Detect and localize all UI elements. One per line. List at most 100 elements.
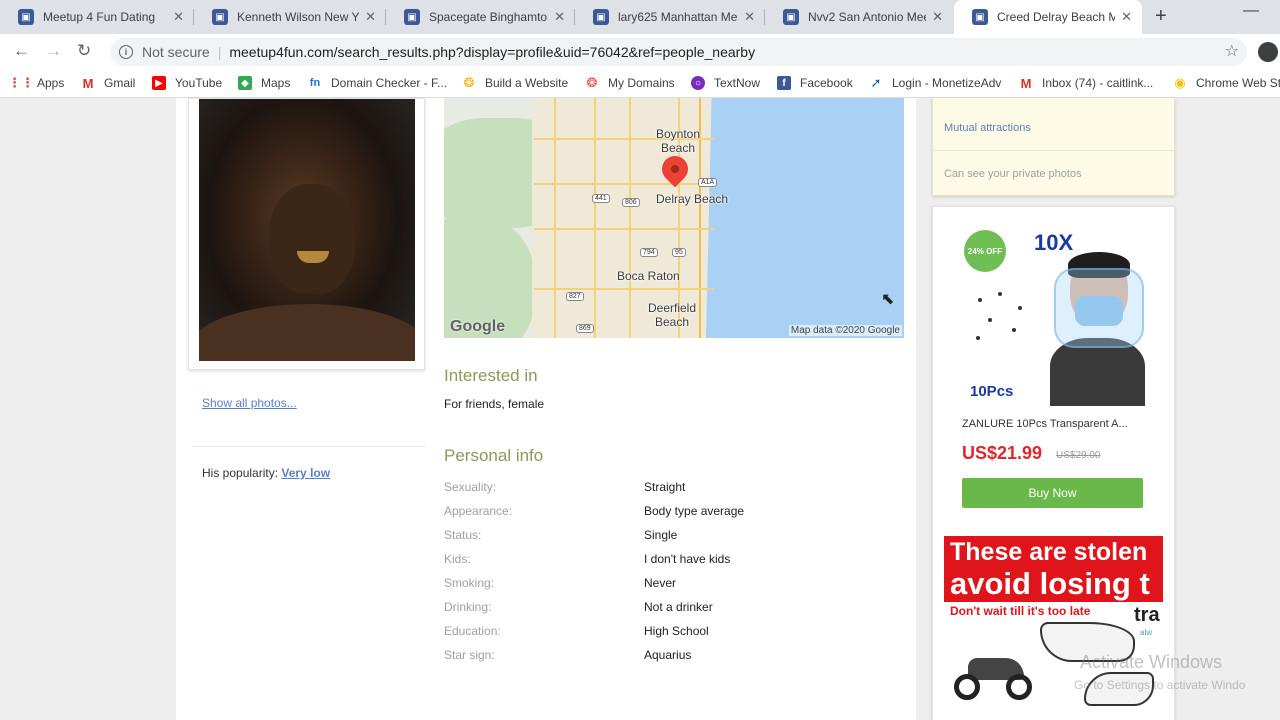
bookmark-apps[interactable]: ⋮⋮ Apps: [8, 75, 64, 90]
tab-kenneth-wilson[interactable]: ▣ Kenneth Wilson New Y ✕: [194, 0, 386, 34]
bookmark-label: Facebook: [800, 76, 853, 90]
map-label-boynton-beach: Boynton Beach: [656, 127, 701, 155]
info-value: Not a drinker: [644, 600, 713, 614]
highway-shield: 806: [622, 198, 640, 207]
tab-nvv2[interactable]: ▣ Nvv2 San Antonio Mee ✕: [765, 0, 953, 34]
reload-icon[interactable]: ↻: [77, 41, 91, 61]
info-key: Drinking:: [444, 600, 492, 614]
banner-brand-sub: alw: [1140, 628, 1153, 637]
close-tab-icon[interactable]: ✕: [926, 9, 943, 25]
tab-creed-delray-beach[interactable]: ▣ Creed Delray Beach Me ✕: [954, 0, 1142, 34]
back-arrow-icon[interactable]: ←: [13, 41, 30, 61]
close-tab-icon[interactable]: ✕: [548, 9, 565, 25]
address-bar[interactable]: i Not secure | meetup4fun.com/search_res…: [110, 38, 1247, 66]
info-value: Single: [644, 528, 678, 542]
interaction-options-card: Mutual attractions Can see your private …: [932, 98, 1175, 196]
ad-product-image[interactable]: 24% OFF 10X 10Pcs: [962, 228, 1145, 406]
bookmark-youtube[interactable]: ▶ YouTube: [152, 76, 222, 90]
bookmark-gmail[interactable]: M Gmail: [81, 75, 136, 91]
map-ocean: [714, 98, 904, 338]
domains-icon: ❂: [586, 75, 598, 90]
profile-photo-card: [188, 98, 425, 370]
close-tab-icon[interactable]: ✕: [1115, 9, 1132, 25]
private-photos-permission[interactable]: Can see your private photos: [944, 168, 1082, 180]
profile-avatar[interactable]: [1258, 42, 1278, 62]
discount-badge: 24% OFF: [964, 230, 1006, 272]
bookmark-label: Gmail: [104, 76, 136, 90]
tab-title: Kenneth Wilson New Y: [237, 10, 360, 24]
map-road: [594, 98, 596, 338]
info-icon[interactable]: i: [119, 45, 133, 59]
bookmark-label: TextNow: [714, 76, 761, 90]
mutual-attractions-link[interactable]: Mutual attractions: [944, 122, 1031, 134]
info-row-status: Status: Single: [444, 528, 904, 552]
interested-in-value: For friends, female: [444, 397, 545, 411]
maps-icon: ◆: [238, 76, 252, 90]
ad-product-title[interactable]: ZANLURE 10Pcs Transparent A...: [962, 418, 1145, 430]
ad-old-price: US$29.00: [1056, 450, 1101, 461]
map-label-boca-raton: Boca Raton: [617, 269, 680, 283]
bookmark-chrome-web-store[interactable]: ◉ Chrome Web St: [1173, 75, 1280, 90]
ad-headline: 10X: [1034, 230, 1074, 255]
info-key: Sexuality:: [444, 480, 497, 494]
bookmark-label: My Domains: [608, 76, 675, 90]
minimize-window-icon[interactable]: —: [1243, 2, 1259, 20]
buy-now-button[interactable]: Buy Now: [962, 478, 1143, 508]
close-tab-icon[interactable]: ✕: [738, 9, 755, 25]
site-favicon-icon: ▣: [972, 9, 988, 25]
site-favicon-icon: ▣: [212, 9, 228, 25]
info-row-star-sign: Star sign: Aquarius: [444, 648, 904, 672]
bookmark-inbox[interactable]: M Inbox (74) - caitlink...: [1019, 75, 1154, 91]
textnow-icon: ○: [691, 76, 705, 90]
close-tab-icon[interactable]: ✕: [359, 9, 376, 25]
map-road: [534, 228, 714, 230]
ad-quantity: 10Pcs: [970, 383, 1014, 400]
banner-line-3: Don't wait till it's too late: [950, 604, 1091, 618]
map-road: [554, 98, 556, 338]
bookmark-facebook[interactable]: f Facebook: [777, 76, 853, 90]
forward-arrow-icon[interactable]: →: [45, 41, 62, 61]
close-tab-icon[interactable]: ✕: [167, 9, 184, 25]
tab-lary625[interactable]: ▣ lary625 Manhattan Me ✕: [575, 0, 765, 34]
location-map[interactable]: 441 806 A1A 794 95 827 869 Boynton Beach…: [444, 98, 904, 338]
site-favicon-icon: ▣: [18, 9, 34, 25]
tab-meetup4fun[interactable]: ▣ Meetup 4 Fun Dating ✕: [0, 0, 194, 34]
personal-info-heading: Personal info: [444, 446, 544, 465]
bookmark-label: Inbox (74) - caitlink...: [1042, 76, 1154, 90]
info-key: Education:: [444, 624, 501, 638]
new-tab-icon[interactable]: +: [1155, 5, 1167, 28]
popularity: His popularity: Very low: [202, 466, 330, 480]
bookmark-build-website[interactable]: ❂ Build a Website: [462, 75, 569, 90]
bookmark-label: Login - MonetizeAdv: [892, 76, 1002, 90]
bookmark-domain-checker[interactable]: fn Domain Checker - F...: [308, 76, 447, 90]
info-key: Star sign:: [444, 648, 495, 662]
info-row-smoking: Smoking: Never: [444, 576, 904, 600]
tab-strip: ▣ Meetup 4 Fun Dating ✕ ▣ Kenneth Wilson…: [0, 0, 1280, 34]
info-row-kids: Kids: I don't have kids: [444, 552, 904, 576]
site-favicon-icon: ▣: [593, 9, 609, 25]
show-all-photos-link[interactable]: Show all photos...: [202, 396, 297, 410]
bookmark-monetizeadv[interactable]: ➚ Login - MonetizeAdv: [869, 75, 1002, 90]
info-row-appearance: Appearance: Body type average: [444, 504, 904, 528]
apps-grid-icon: ⋮⋮: [8, 75, 34, 90]
inbox-icon: M: [1020, 75, 1032, 91]
map-road: [629, 98, 631, 338]
profile-photo[interactable]: [199, 99, 415, 361]
youtube-icon: ▶: [152, 76, 166, 90]
info-value: Body type average: [644, 504, 745, 518]
build-icon: ❂: [463, 75, 475, 90]
map-label-delray-beach: Delray Beach: [656, 192, 729, 206]
gmail-icon: M: [82, 75, 94, 91]
bookmark-textnow[interactable]: ○ TextNow: [691, 76, 760, 90]
bookmark-maps[interactable]: ◆ Maps: [238, 76, 290, 90]
info-value: High School: [644, 624, 709, 638]
tab-spacegate[interactable]: ▣ Spacegate Binghamton ✕: [386, 0, 575, 34]
bookmark-my-domains[interactable]: ❂ My Domains: [585, 75, 675, 90]
popularity-value-link[interactable]: Very low: [281, 466, 330, 480]
bookmark-star-icon[interactable]: ☆: [1225, 41, 1239, 61]
url-text: meetup4fun.com/search_results.php?displa…: [229, 44, 756, 60]
ad-particles: [968, 288, 1038, 348]
banner-ad[interactable]: These are stolen avoid losing t Don't wa…: [944, 536, 1163, 720]
info-value: Aquarius: [644, 648, 692, 662]
mouse-cursor-icon: ⬉: [881, 291, 895, 308]
